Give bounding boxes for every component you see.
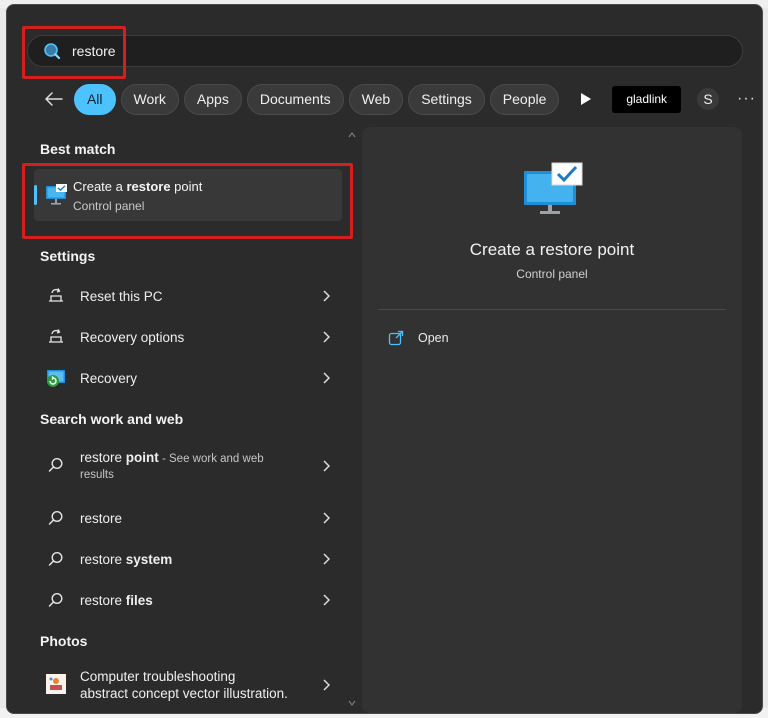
monitor-check-icon [522,161,584,215]
results-scrollbar[interactable] [347,127,357,713]
more-options-icon[interactable]: ··· [737,90,756,108]
filter-chip-documents[interactable]: Documents [246,83,344,115]
search-icon [45,507,67,529]
chevron-right-icon [318,510,334,526]
back-arrow-icon[interactable] [40,85,68,113]
best-match-item[interactable]: Create a restore point Control panel [34,169,342,221]
photos-item-label: Computer troubleshooting abstract concep… [80,669,288,701]
settings-item-recovery-options[interactable]: Recovery options [34,318,342,356]
web-item-label: restore point - See work and web results [80,450,264,481]
more-filters-play-icon[interactable] [576,89,596,109]
selection-accent [34,185,37,205]
search-icon [45,589,67,611]
section-title-settings: Settings [40,248,96,264]
best-match-title: Create a restore point [73,179,203,194]
open-action[interactable]: Open [388,330,449,346]
web-item-restore-files[interactable]: restore files [34,581,342,619]
avatar[interactable]: S [697,88,719,110]
search-icon [45,548,67,570]
preview-subtitle: Control panel [516,267,588,281]
chevron-right-icon [318,329,334,345]
filter-chip-people[interactable]: People [489,83,560,115]
settings-item-label: Recovery [80,370,138,386]
web-item-label: restore system [80,551,173,567]
preview-pane: Create a restore point Control panel Ope… [362,127,742,713]
chevron-right-icon [318,288,334,304]
results-list: Best match Create a restore point Contro… [27,127,349,713]
section-title-search-web: Search work and web [40,411,184,427]
account-badge[interactable]: gladlink [612,85,682,113]
settings-item-reset-pc[interactable]: Reset this PC [34,277,342,315]
search-icon [42,41,62,61]
filter-chip-apps[interactable]: Apps [183,83,242,115]
section-title-photos: Photos [40,633,88,649]
monitor-check-icon [45,183,69,207]
filter-chip-work[interactable]: Work [120,83,179,115]
chevron-right-icon [318,458,334,474]
photos-item[interactable]: Computer troubleshooting abstract concep… [34,661,342,711]
chevron-right-icon [318,592,334,608]
chevron-right-icon [318,677,334,693]
settings-item-recovery[interactable]: Recovery [34,359,342,397]
search-icon [45,454,67,476]
web-item-label: restore files [80,592,153,608]
web-item-restore-point[interactable]: restore point - See work and web results [34,442,342,492]
photo-thumbnail-icon [45,673,67,695]
preview-divider [378,309,726,310]
open-external-icon [388,330,404,346]
section-title-best-match: Best match [40,141,116,157]
start-search-panel: restore All Work Apps Documents Web Sett… [6,4,763,714]
web-item-restore[interactable]: restore [34,499,342,537]
recovery-options-icon [45,326,67,348]
search-input[interactable]: restore [72,43,116,59]
web-item-restore-system[interactable]: restore system [34,540,342,578]
best-match-subtitle: Control panel [73,199,145,213]
chevron-right-icon [318,370,334,386]
preview-title: Create a restore point [469,240,635,259]
filter-chip-web[interactable]: Web [348,83,404,115]
settings-item-label: Reset this PC [80,288,163,304]
filter-chip-all[interactable]: All [73,83,116,115]
filter-bar: All Work Apps Documents Web Settings Peo… [40,83,756,115]
settings-item-label: Recovery options [80,329,185,345]
web-item-label: restore [80,510,123,526]
chevron-right-icon [318,551,334,567]
search-box[interactable]: restore [27,35,743,67]
open-action-label: Open [418,331,449,345]
filter-chip-settings[interactable]: Settings [408,83,485,115]
recovery-icon [45,367,67,389]
reset-pc-icon [45,285,67,307]
